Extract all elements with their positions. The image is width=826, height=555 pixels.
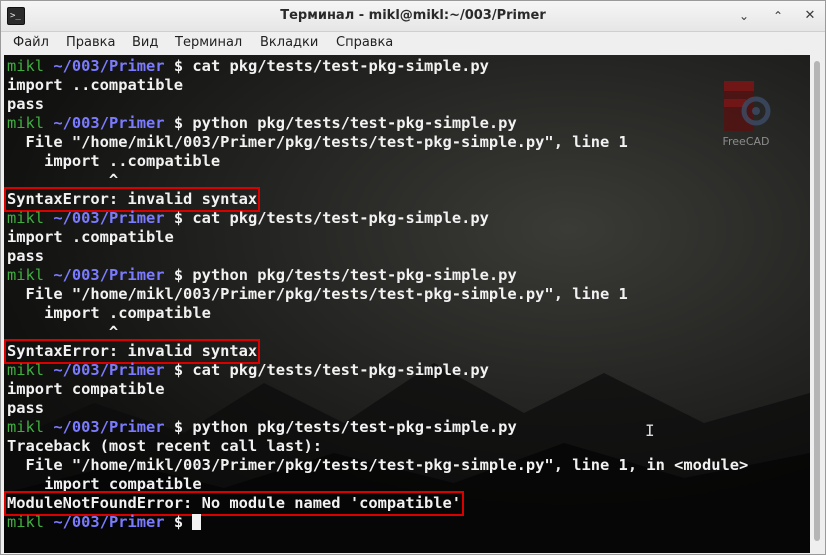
prompt-path: ~/003/Primer bbox=[53, 266, 165, 284]
command-text: python pkg/tests/test-pkg-simple.py bbox=[192, 114, 517, 132]
output-text: ^ bbox=[7, 171, 119, 189]
menu-help[interactable]: Справка bbox=[336, 35, 393, 50]
output-line: File "/home/mikl/003/Primer/pkg/tests/te… bbox=[7, 133, 807, 152]
window-title: Терминал - mikl@mikl:~/003/Primer bbox=[280, 8, 546, 23]
output-line: import ..compatible bbox=[7, 76, 807, 95]
output-text: pass bbox=[7, 95, 45, 113]
menu-tabs[interactable]: Вкладки bbox=[260, 35, 318, 50]
prompt-user: mikl bbox=[7, 114, 45, 132]
prompt-user: mikl bbox=[7, 361, 45, 379]
prompt-line: mikl ~/003/Primer $ python pkg/tests/tes… bbox=[7, 266, 807, 285]
output-text: import compatible bbox=[7, 475, 202, 493]
close-button[interactable]: ✕ bbox=[801, 7, 819, 25]
output-line: File "/home/mikl/003/Primer/pkg/tests/te… bbox=[7, 456, 807, 475]
prompt-user: mikl bbox=[7, 57, 45, 75]
scrollbar-thumb[interactable] bbox=[814, 61, 820, 541]
command-text: cat pkg/tests/test-pkg-simple.py bbox=[192, 209, 489, 227]
output-line: import ..compatible bbox=[7, 152, 807, 171]
terminal-output: mikl ~/003/Primer $ cat pkg/tests/test-p… bbox=[4, 57, 807, 532]
prompt-path: ~/003/Primer bbox=[53, 418, 165, 436]
prompt-path: ~/003/Primer bbox=[53, 361, 165, 379]
command-text: cat pkg/tests/test-pkg-simple.py bbox=[192, 361, 489, 379]
prompt-symbol: $ bbox=[173, 266, 184, 284]
output-text: import .compatible bbox=[7, 228, 174, 246]
minimize-button[interactable]: ⌄ bbox=[735, 7, 753, 25]
output-line: ^ bbox=[7, 171, 807, 190]
prompt-user: mikl bbox=[7, 418, 45, 436]
prompt-path: ~/003/Primer bbox=[53, 57, 165, 75]
output-text: ^ bbox=[7, 323, 119, 341]
terminal-area[interactable]: FreeCAD mikl ~/003/Primer $ cat pkg/test… bbox=[4, 55, 810, 553]
output-text: import ..compatible bbox=[7, 152, 221, 170]
command-text: cat pkg/tests/test-pkg-simple.py bbox=[192, 57, 489, 75]
output-line: pass bbox=[7, 95, 807, 114]
prompt-line: mikl ~/003/Primer $ cat pkg/tests/test-p… bbox=[7, 209, 807, 228]
prompt-line: mikl ~/003/Primer $ python pkg/tests/tes… bbox=[7, 418, 807, 437]
output-line: Traceback (most recent call last): bbox=[7, 437, 807, 456]
scrollbar[interactable] bbox=[811, 55, 823, 553]
maximize-button[interactable]: ⌃ bbox=[769, 7, 787, 25]
output-line: ^ bbox=[7, 323, 807, 342]
prompt-line: mikl ~/003/Primer $ bbox=[7, 513, 807, 532]
prompt-user: mikl bbox=[7, 266, 45, 284]
prompt-symbol: $ bbox=[173, 513, 184, 531]
prompt-user: mikl bbox=[7, 209, 45, 227]
command-text: python pkg/tests/test-pkg-simple.py bbox=[192, 266, 517, 284]
menu-terminal[interactable]: Терминал bbox=[175, 35, 242, 50]
prompt-symbol: $ bbox=[173, 418, 184, 436]
output-text: pass bbox=[7, 399, 45, 417]
prompt-line: mikl ~/003/Primer $ cat pkg/tests/test-p… bbox=[7, 57, 807, 76]
maximize-icon: ⌃ bbox=[772, 9, 784, 23]
output-text: import .compatible bbox=[7, 304, 211, 322]
output-text: import compatible bbox=[7, 380, 165, 398]
prompt-symbol: $ bbox=[173, 361, 184, 379]
prompt-path: ~/003/Primer bbox=[53, 513, 165, 531]
output-line: import compatible bbox=[7, 475, 807, 494]
prompt-line: mikl ~/003/Primer $ python pkg/tests/tes… bbox=[7, 114, 807, 133]
prompt-user: mikl bbox=[7, 513, 45, 531]
output-text: File "/home/mikl/003/Primer/pkg/tests/te… bbox=[7, 133, 628, 151]
error-line: SyntaxError: invalid syntax bbox=[4, 339, 807, 364]
minimize-icon: ⌄ bbox=[738, 9, 750, 23]
prompt-path: ~/003/Primer bbox=[53, 209, 165, 227]
error-highlight: SyntaxError: invalid syntax bbox=[4, 187, 261, 212]
menu-view[interactable]: Вид bbox=[132, 35, 158, 50]
prompt-symbol: $ bbox=[173, 114, 184, 132]
output-text: pass bbox=[7, 247, 45, 265]
error-line: ModuleNotFoundError: No module named 'co… bbox=[4, 491, 807, 516]
text-cursor-icon: I bbox=[645, 421, 655, 440]
command-text: python pkg/tests/test-pkg-simple.py bbox=[192, 418, 517, 436]
output-line: File "/home/mikl/003/Primer/pkg/tests/te… bbox=[7, 285, 807, 304]
prompt-symbol: $ bbox=[173, 209, 184, 227]
output-line: pass bbox=[7, 247, 807, 266]
output-line: pass bbox=[7, 399, 807, 418]
title-bar[interactable]: >_ Терминал - mikl@mikl:~/003/Primer ⌄ ⌃… bbox=[1, 1, 825, 32]
menu-file[interactable]: Файл bbox=[13, 35, 49, 50]
output-line: import .compatible bbox=[7, 304, 807, 323]
prompt-path: ~/003/Primer bbox=[53, 114, 165, 132]
error-highlight: SyntaxError: invalid syntax bbox=[4, 339, 261, 364]
prompt-line: mikl ~/003/Primer $ cat pkg/tests/test-p… bbox=[7, 361, 807, 380]
output-text: File "/home/mikl/003/Primer/pkg/tests/te… bbox=[7, 456, 749, 474]
output-text: import ..compatible bbox=[7, 76, 184, 94]
output-text: File "/home/mikl/003/Primer/pkg/tests/te… bbox=[7, 285, 628, 303]
prompt-symbol: $ bbox=[173, 57, 184, 75]
output-line: import .compatible bbox=[7, 228, 807, 247]
output-line: import compatible bbox=[7, 380, 807, 399]
output-text: Traceback (most recent call last): bbox=[7, 437, 323, 455]
close-icon: ✕ bbox=[804, 8, 816, 23]
error-highlight: ModuleNotFoundError: No module named 'co… bbox=[4, 491, 465, 516]
error-line: SyntaxError: invalid syntax bbox=[4, 187, 807, 212]
menu-edit[interactable]: Правка bbox=[66, 35, 115, 50]
terminal-cursor bbox=[192, 514, 202, 530]
terminal-window: >_ Терминал - mikl@mikl:~/003/Primer ⌄ ⌃… bbox=[0, 0, 826, 555]
menu-bar: Файл Правка Вид Терминал Вкладки Справка bbox=[1, 32, 825, 54]
